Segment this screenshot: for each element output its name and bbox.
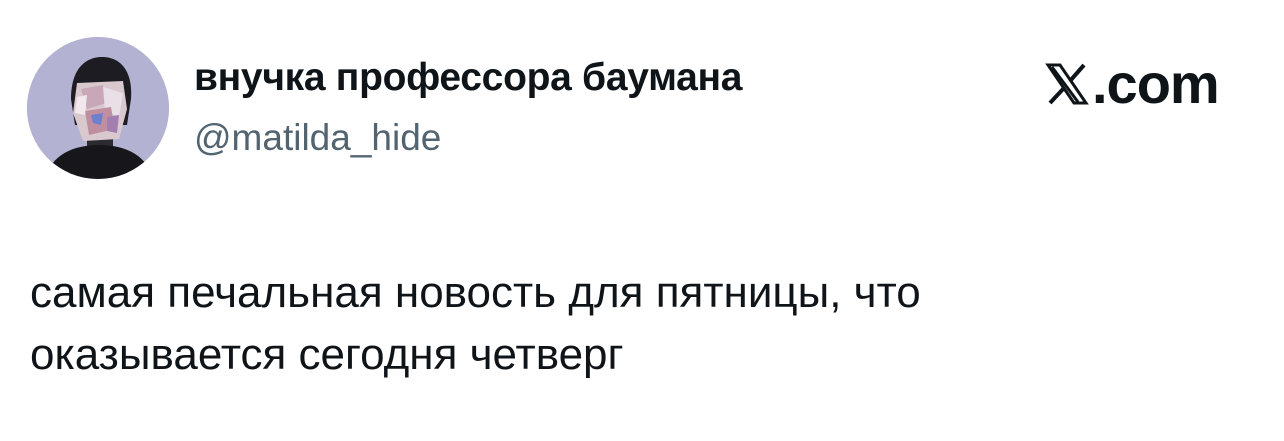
x-logo-icon <box>1044 61 1090 107</box>
tweet-text-line: оказывается сегодня четверг <box>30 330 624 379</box>
author-handle[interactable]: @matilda_hide <box>194 116 441 160</box>
tweet-text: самая печальная новость для пятницы, что… <box>30 262 1250 386</box>
author-display-name[interactable]: внучка профессора баумана <box>194 55 742 101</box>
tweet-card: внучка профессора баумана @matilda_hide … <box>0 0 1284 441</box>
tweet-text-line: самая печальная новость для пятницы, что <box>30 268 921 317</box>
x-brand-logo[interactable]: .com <box>1044 52 1220 115</box>
avatar-image <box>27 37 169 179</box>
brand-label: .com <box>1092 52 1220 115</box>
avatar[interactable] <box>27 37 169 179</box>
